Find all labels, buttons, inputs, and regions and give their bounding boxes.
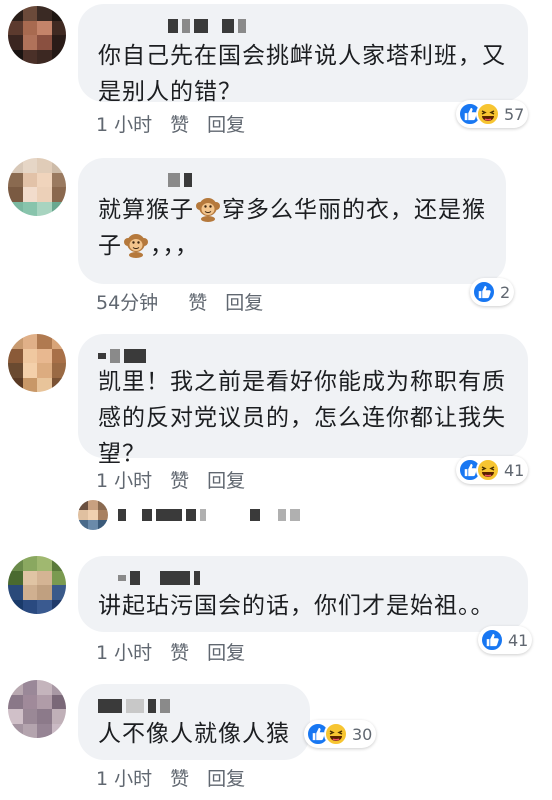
comment-bubble: 凯里！我之前是看好你能成为称职有质感的反对党议员的，怎么连你都让我失望？	[78, 334, 528, 467]
comment-time: 54分钟	[96, 292, 159, 314]
avatar[interactable]	[8, 334, 66, 392]
avatar[interactable]	[8, 556, 66, 614]
reaction-count: 41	[508, 630, 529, 650]
comment-text: 你自己先在国会挑衅说人家塔利班，又是别人的错？	[98, 43, 506, 105]
reply-link[interactable]: 回复	[207, 638, 245, 665]
monkey-emoji-icon	[196, 198, 220, 222]
like-link[interactable]: 赞	[170, 466, 189, 493]
like-icon	[480, 628, 504, 652]
blurred-reply-text	[118, 509, 300, 521]
comment-bubble: 人不像人就像人猿	[78, 684, 310, 760]
comment-time: 1 小时	[96, 768, 153, 790]
reaction-count: 30	[352, 724, 373, 744]
comment-bubble: 就算猴子 穿多么华丽的衣，还是猴 子 ，，，	[78, 158, 506, 284]
comment-text-part: 子	[98, 233, 122, 259]
comment-text: 人不像人就像人猿	[98, 721, 290, 747]
comment-text: 就算猴子 穿多么华丽的衣，还是猴 子 ，，，	[98, 192, 486, 264]
reply-link[interactable]: 回复	[207, 764, 245, 791]
comment-text-part: ，，，	[150, 233, 199, 259]
comment-time: 1 小时	[96, 642, 153, 664]
comment-bubble: 你自己先在国会挑衅说人家塔利班，又是别人的错？	[78, 4, 528, 105]
comment-actions: 1 小时 赞 回复	[96, 466, 263, 493]
like-icon	[472, 280, 496, 304]
blurred-author-name[interactable]	[118, 570, 508, 586]
like-link[interactable]: 赞	[170, 638, 189, 665]
reaction-count: 41	[504, 460, 525, 480]
reply-link[interactable]: 回复	[207, 466, 245, 493]
blurred-author-name[interactable]	[98, 348, 508, 364]
comment-actions: 1 小时 赞 回复	[96, 638, 263, 665]
monkey-emoji-icon	[124, 234, 148, 258]
avatar[interactable]	[8, 680, 66, 738]
like-link[interactable]: 赞	[170, 764, 189, 791]
reply-preview[interactable]	[78, 500, 300, 530]
like-link[interactable]: 赞	[188, 288, 207, 315]
comment-text: 凯里！我之前是看好你能成为称职有质感的反对党议员的，怎么连你都让我失望？	[98, 369, 506, 467]
comment-text-part: 穿多么华丽的衣，还是猴	[222, 197, 486, 223]
comment-text-part: 就算猴子	[98, 197, 194, 223]
comment-actions: 1 小时 赞 回复	[96, 764, 263, 791]
reply-link[interactable]: 回复	[225, 288, 263, 315]
blurred-author-name[interactable]	[98, 698, 290, 714]
reaction-count: 57	[504, 104, 525, 124]
reaction-summary[interactable]: 57	[456, 100, 529, 128]
reaction-summary[interactable]: 41	[478, 626, 533, 654]
comment-text: 讲起玷污国会的话，你们才是始祖。。	[98, 593, 495, 619]
haha-icon	[476, 458, 500, 482]
like-link[interactable]: 赞	[170, 110, 189, 137]
reaction-count: 2	[500, 282, 511, 302]
comment-time: 1 小时	[96, 114, 153, 136]
comment-actions: 54分钟 赞 回复	[96, 288, 281, 315]
avatar[interactable]	[8, 158, 66, 216]
avatar[interactable]	[8, 6, 66, 64]
reply-link[interactable]: 回复	[207, 110, 245, 137]
avatar[interactable]	[78, 500, 108, 530]
reaction-summary[interactable]: 30	[304, 720, 377, 748]
comment-actions: 1 小时 赞 回复	[96, 110, 263, 137]
comment-bubble: 讲起玷污国会的话，你们才是始祖。。	[78, 556, 528, 632]
haha-icon	[324, 722, 348, 746]
comment-time: 1 小时	[96, 470, 153, 492]
reaction-summary[interactable]: 41	[456, 456, 529, 484]
blurred-author-name[interactable]	[168, 172, 486, 188]
blurred-author-name[interactable]	[168, 18, 508, 34]
haha-icon	[476, 102, 500, 126]
reaction-summary[interactable]: 2	[470, 278, 515, 306]
